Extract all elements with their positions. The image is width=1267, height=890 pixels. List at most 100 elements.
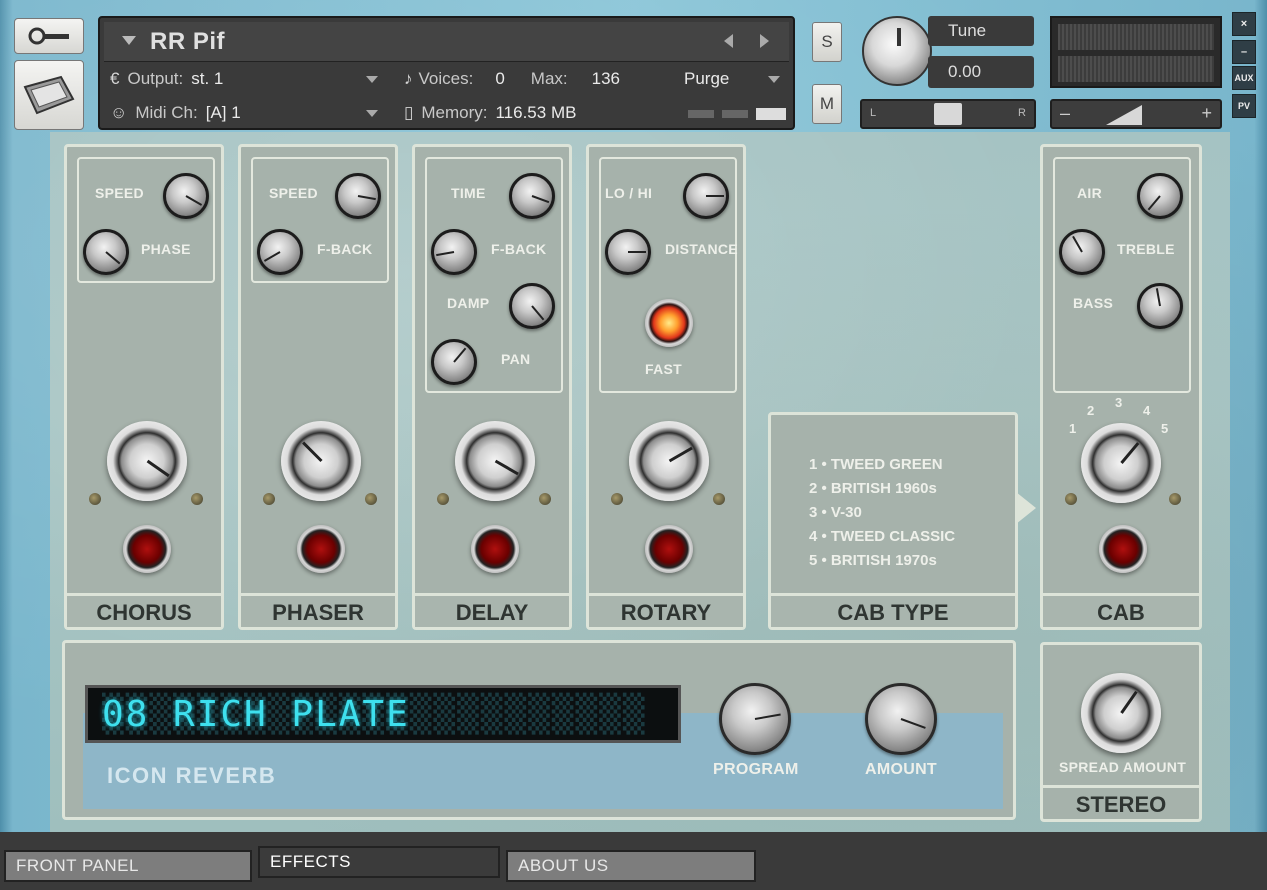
cabtype-list: 1 • TWEED GREEN 2 • BRITISH 1960s 3 • V-… (809, 453, 955, 573)
cab-treble-label: TREBLE (1117, 241, 1175, 257)
midi-channel-selector[interactable]: ☺ Midi Ch: [A] 1 (110, 96, 382, 130)
reverb-program-knob[interactable] (719, 683, 791, 755)
cab-power-button[interactable] (1099, 525, 1147, 573)
prev-instrument-icon[interactable] (724, 34, 733, 48)
tab-about-us[interactable]: ABOUT US (506, 850, 756, 882)
delay-feedback-knob[interactable] (431, 229, 477, 275)
delay-pan-knob[interactable] (431, 339, 477, 385)
rotary-fast-button[interactable] (645, 299, 693, 347)
level-meter-left (1058, 24, 1214, 50)
aux-button[interactable]: AUX (1232, 66, 1256, 90)
pan-right-label: R (1018, 107, 1026, 119)
pan-left-label: L (870, 107, 877, 119)
chorus-mix-knob[interactable] (107, 421, 187, 501)
knob-pointer (1072, 235, 1083, 253)
rotary-module: LO / HI DISTANCE FAST ROTARY (586, 144, 746, 630)
chorus-title: CHORUS (67, 593, 221, 627)
mute-button[interactable]: M (812, 84, 842, 124)
instrument-menu-icon[interactable] (122, 36, 136, 45)
cab-type-knob[interactable] (1081, 423, 1161, 503)
tab-front-panel[interactable]: FRONT PANEL (4, 850, 252, 882)
purge-menu[interactable]: Purge (684, 62, 784, 96)
cabtype-item-1[interactable]: 1 • TWEED GREEN (809, 453, 955, 477)
chorus-phase-knob[interactable] (83, 229, 129, 275)
tune-knob[interactable] (862, 16, 932, 86)
pv-button[interactable]: PV (1232, 94, 1256, 118)
pan-slider[interactable]: L R (860, 99, 1036, 129)
rotary-power-button[interactable] (645, 525, 693, 573)
cab-treble-knob[interactable] (1059, 229, 1105, 275)
phaser-feedback-label: F-BACK (317, 241, 373, 257)
cab-module: AIR TREBLE BASS 1 2 3 4 5 CAB (1040, 144, 1202, 630)
reverb-amount-knob[interactable] (865, 683, 937, 755)
solo-button[interactable]: S (812, 22, 842, 62)
cab-pos-3: 3 (1115, 395, 1123, 410)
instrument-name[interactable]: RR Pif (150, 28, 225, 56)
wrench-button[interactable] (14, 18, 84, 54)
cabtype-item-2[interactable]: 2 • BRITISH 1960s (809, 477, 955, 501)
rotary-indicator-left (611, 493, 623, 505)
midi-value: [A] 1 (205, 103, 241, 122)
pan-slider-thumb[interactable] (934, 103, 962, 125)
purge-label: Purge (684, 69, 730, 88)
next-instrument-icon[interactable] (760, 34, 769, 48)
phaser-title: PHASER (241, 593, 395, 627)
delay-mix-knob[interactable] (455, 421, 535, 501)
tune-value[interactable]: 0.00 (928, 56, 1034, 88)
close-button[interactable]: × (1232, 12, 1256, 36)
cab-bass-knob[interactable] (1137, 283, 1183, 329)
delay-time-knob[interactable] (509, 173, 555, 219)
memory-value: 116.53 MB (495, 103, 577, 122)
midi-icon: ☺ (110, 103, 128, 122)
rotary-indicator-right (713, 493, 725, 505)
cabtype-item-4[interactable]: 4 • TWEED CLASSIC (809, 525, 955, 549)
instrument-name-row: RR Pif (104, 22, 789, 62)
reverb-module: ▒▒▒▒▒▒▒▒▒▒▒▒▒▒▒▒▒▒▒▒▒▒▒ 08 RICH PLATE IC… (62, 640, 1016, 820)
purge-meter-3 (756, 108, 786, 120)
minimize-button[interactable]: – (1232, 40, 1256, 64)
phaser-power-button[interactable] (297, 525, 345, 573)
rotary-mix-knob[interactable] (629, 421, 709, 501)
reverb-program-label: PROGRAM (713, 761, 799, 778)
max-value[interactable]: 136 (592, 69, 620, 89)
keyboard-icon (23, 75, 75, 115)
tune-label: Tune (928, 16, 1034, 46)
midi-dropdown-icon (366, 110, 378, 117)
level-meter-right (1058, 56, 1214, 82)
purge-meter-2 (722, 110, 748, 118)
knob-pointer (494, 459, 519, 476)
chorus-indicator-right (191, 493, 203, 505)
delay-damp-knob[interactable] (509, 283, 555, 329)
knob-pointer (302, 441, 323, 463)
knob-pointer (628, 251, 646, 253)
delay-indicator-right (539, 493, 551, 505)
knob-pointer (1147, 195, 1161, 211)
phaser-speed-knob[interactable] (335, 173, 381, 219)
rotary-distance-label: DISTANCE (665, 241, 738, 257)
volume-slider[interactable]: – + (1050, 99, 1222, 129)
instrument-icon-button[interactable] (14, 60, 84, 130)
volume-ramp-icon (1106, 105, 1142, 125)
chorus-power-button[interactable] (123, 525, 171, 573)
cabtype-item-5[interactable]: 5 • BRITISH 1970s (809, 549, 955, 573)
chorus-module: SPEED PHASE CHORUS (64, 144, 224, 630)
phaser-mix-knob[interactable] (281, 421, 361, 501)
reverb-program-display: ▒▒▒▒▒▒▒▒▒▒▒▒▒▒▒▒▒▒▒▒▒▒▒ 08 RICH PLATE (85, 685, 681, 743)
knob-pointer (105, 251, 121, 265)
rotary-lohi-knob[interactable] (683, 173, 729, 219)
phaser-feedback-knob[interactable] (257, 229, 303, 275)
output-selector[interactable]: € Output: st. 1 (110, 62, 382, 96)
delay-power-button[interactable] (471, 525, 519, 573)
cab-air-knob[interactable] (1137, 173, 1183, 219)
cabtype-item-3[interactable]: 3 • V-30 (809, 501, 955, 525)
delay-title: DELAY (415, 593, 569, 627)
knob-pointer (436, 251, 455, 257)
delay-module: TIME F-BACK DAMP PAN DELAY (412, 144, 572, 630)
spread-amount-knob[interactable] (1081, 673, 1161, 753)
tab-effects[interactable]: EFFECTS (258, 846, 500, 878)
knob-pointer (1155, 288, 1161, 307)
knob-pointer (263, 251, 281, 262)
rotary-distance-knob[interactable] (605, 229, 651, 275)
chorus-speed-knob[interactable] (163, 173, 209, 219)
output-dropdown-icon (366, 76, 378, 83)
